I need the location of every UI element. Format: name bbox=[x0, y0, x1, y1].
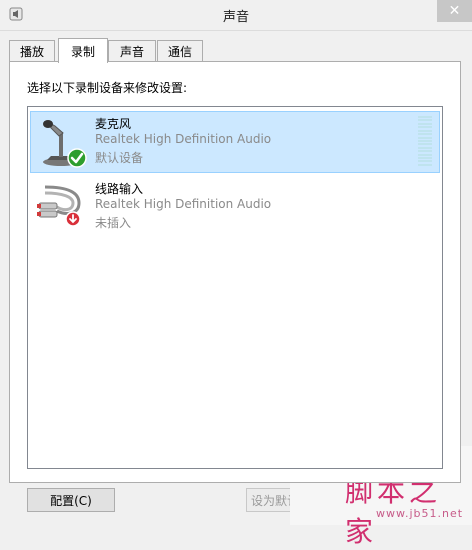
tab-strip: 播放 录制 声音 通信 bbox=[9, 38, 469, 63]
configure-button[interactable]: 配置(C) bbox=[27, 488, 115, 512]
close-icon: ✕ bbox=[448, 3, 461, 19]
device-item-line-in[interactable]: 线路输入 Realtek High Definition Audio 未插入 bbox=[30, 176, 440, 238]
unplugged-badge bbox=[65, 211, 81, 227]
tab-sounds[interactable]: 声音 bbox=[108, 40, 156, 61]
tab-label: 声音 bbox=[119, 44, 144, 59]
device-name: 麦克风 bbox=[95, 117, 132, 131]
device-driver: Realtek High Definition Audio bbox=[95, 197, 272, 211]
title-bar: 声音 ✕ bbox=[0, 0, 472, 31]
tab-label: 通信 bbox=[167, 44, 192, 59]
default-check-badge bbox=[67, 148, 87, 168]
tab-recording[interactable]: 录制 bbox=[58, 38, 108, 63]
tab-label: 录制 bbox=[70, 44, 95, 59]
device-name: 线路输入 bbox=[95, 182, 144, 196]
device-item-microphone[interactable]: 麦克风 Realtek High Definition Audio 默认设备 bbox=[30, 111, 440, 173]
instruction-text: 选择以下录制设备来修改设置: bbox=[27, 81, 188, 95]
device-driver: Realtek High Definition Audio bbox=[95, 132, 272, 146]
close-button[interactable]: ✕ bbox=[437, 0, 472, 22]
recording-panel: 选择以下录制设备来修改设置: 麦克风 Realtek High Definiti… bbox=[9, 61, 461, 483]
tab-communications[interactable]: 通信 bbox=[157, 40, 203, 61]
level-meter bbox=[418, 116, 432, 166]
watermark-url: www.jb51.net bbox=[376, 507, 464, 520]
tab-label: 播放 bbox=[19, 44, 44, 59]
window-title: 声音 bbox=[222, 10, 249, 25]
device-status: 默认设备 bbox=[95, 151, 144, 165]
tab-playback[interactable]: 播放 bbox=[9, 40, 55, 61]
device-status: 未插入 bbox=[95, 216, 132, 230]
device-list: 麦克风 Realtek High Definition Audio 默认设备 线… bbox=[27, 106, 443, 469]
